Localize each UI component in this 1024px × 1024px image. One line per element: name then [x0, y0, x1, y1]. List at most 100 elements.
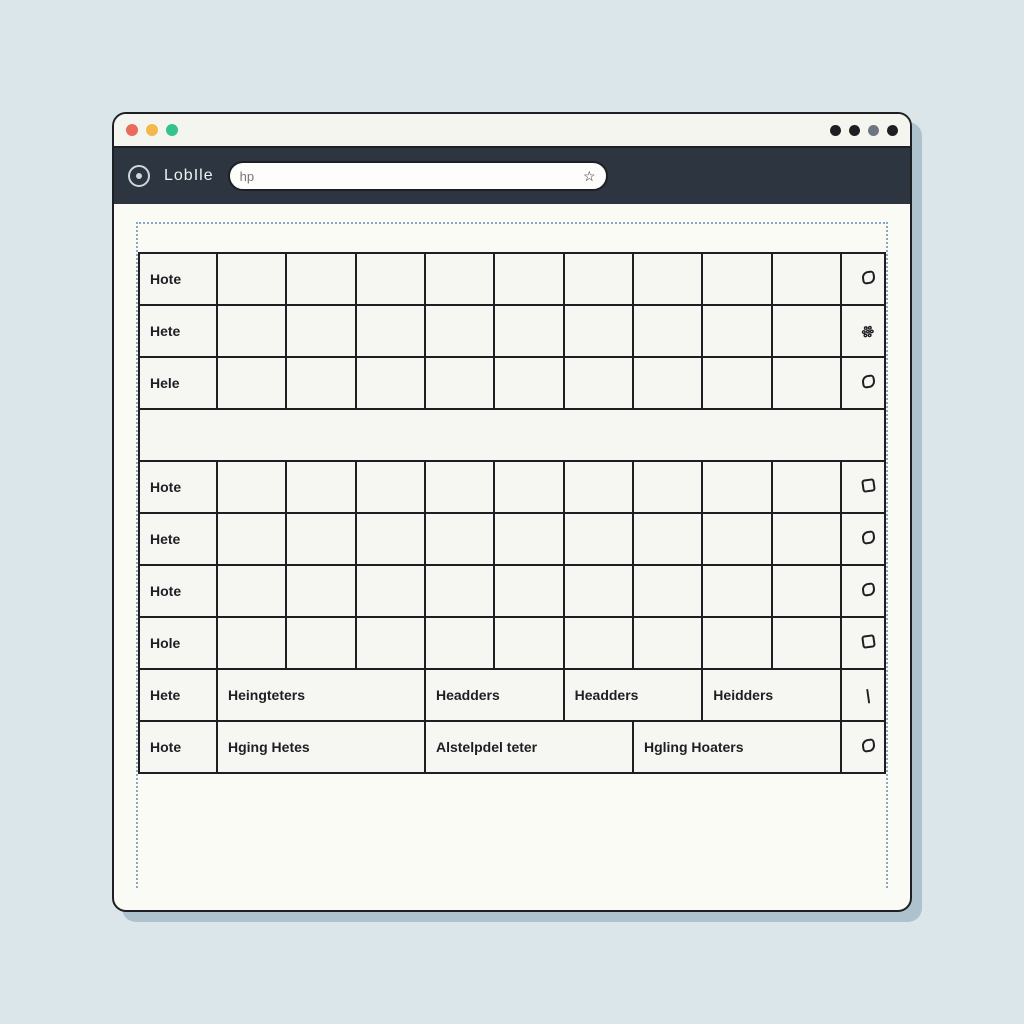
grid-cell[interactable]	[633, 617, 702, 669]
grid-cell[interactable]	[286, 617, 355, 669]
header-cell[interactable]: Heingteters	[217, 669, 425, 721]
action-icon[interactable]	[861, 270, 876, 285]
grid-cell[interactable]	[564, 253, 633, 305]
row-action[interactable]	[841, 565, 885, 617]
grid-cell[interactable]	[425, 357, 494, 409]
grid-cell[interactable]	[633, 253, 702, 305]
grid-cell[interactable]	[702, 461, 771, 513]
action-icon[interactable]	[861, 530, 876, 545]
grid-cell[interactable]	[356, 253, 425, 305]
grid-cell[interactable]	[633, 565, 702, 617]
grid-cell[interactable]	[425, 617, 494, 669]
action-icon[interactable]: 𐩕	[860, 320, 876, 343]
maximize-icon[interactable]	[166, 124, 178, 136]
grid-cell[interactable]	[564, 513, 633, 565]
grid-cell[interactable]	[772, 565, 841, 617]
grid-cell[interactable]	[633, 461, 702, 513]
grid-cell[interactable]	[217, 617, 286, 669]
row-action[interactable]	[841, 721, 885, 773]
header-cell[interactable]: Heidders	[702, 669, 841, 721]
grid-cell[interactable]	[494, 513, 563, 565]
grid-cell[interactable]	[564, 461, 633, 513]
grid-cell[interactable]	[772, 513, 841, 565]
grid-cell[interactable]	[772, 305, 841, 357]
grid-cell[interactable]	[286, 565, 355, 617]
grid-cell[interactable]	[633, 305, 702, 357]
action-icon[interactable]: |	[865, 686, 872, 703]
status-dot-icon	[830, 125, 841, 136]
grid-cell[interactable]	[702, 305, 771, 357]
row-action[interactable]	[841, 513, 885, 565]
grid-cell[interactable]	[356, 357, 425, 409]
grid-cell[interactable]	[356, 461, 425, 513]
grid-cell[interactable]	[702, 513, 771, 565]
grid-cell[interactable]	[286, 253, 355, 305]
row-action[interactable]: |	[841, 669, 885, 721]
footer-cell[interactable]: Hgling Hoaters	[633, 721, 841, 773]
grid-cell[interactable]	[356, 305, 425, 357]
action-icon[interactable]	[861, 634, 876, 649]
grid-cell[interactable]	[425, 305, 494, 357]
grid-cell[interactable]	[217, 253, 286, 305]
row-action[interactable]	[841, 617, 885, 669]
grid-cell[interactable]	[356, 617, 425, 669]
target-icon[interactable]	[128, 165, 150, 187]
grid-cell[interactable]	[217, 513, 286, 565]
grid-cell[interactable]	[286, 305, 355, 357]
grid-cell[interactable]	[702, 253, 771, 305]
grid-cell[interactable]	[494, 617, 563, 669]
grid-cell[interactable]	[217, 461, 286, 513]
header-cell[interactable]: Headders	[425, 669, 564, 721]
brand-label: LobIle	[164, 167, 214, 185]
grid-cell[interactable]	[217, 305, 286, 357]
address-input[interactable]	[240, 169, 575, 184]
grid-cell[interactable]	[702, 565, 771, 617]
grid-cell[interactable]	[217, 565, 286, 617]
grid-cell[interactable]	[286, 513, 355, 565]
grid-cell[interactable]	[633, 513, 702, 565]
grid-cell[interactable]	[286, 461, 355, 513]
grid-cell[interactable]	[425, 513, 494, 565]
row-action[interactable]	[841, 461, 885, 513]
grid-cell[interactable]	[772, 461, 841, 513]
grid-cell[interactable]	[564, 565, 633, 617]
grid-cell[interactable]	[494, 357, 563, 409]
minimize-icon[interactable]	[146, 124, 158, 136]
toolbar: LobIle ☆	[114, 148, 910, 204]
grid-cell[interactable]	[286, 357, 355, 409]
selection-outline: HoteHete𐩕Hele HoteHeteHoteHole HeteHeing…	[136, 222, 888, 888]
action-icon[interactable]	[861, 374, 876, 389]
close-icon[interactable]	[126, 124, 138, 136]
header-cell[interactable]: Headders	[564, 669, 703, 721]
grid-cell[interactable]	[494, 305, 563, 357]
grid-cell[interactable]	[702, 357, 771, 409]
row-action[interactable]: 𐩕	[841, 305, 885, 357]
footer-cell[interactable]: Alstelpdel teter	[425, 721, 633, 773]
status-dot-icon	[868, 125, 879, 136]
row-action[interactable]	[841, 253, 885, 305]
footer-cell[interactable]: Hging Hetes	[217, 721, 425, 773]
action-icon[interactable]	[861, 582, 876, 597]
grid-cell[interactable]	[356, 513, 425, 565]
grid-cell[interactable]	[494, 565, 563, 617]
action-icon[interactable]	[861, 738, 876, 753]
grid-cell[interactable]	[633, 357, 702, 409]
grid-cell[interactable]	[425, 565, 494, 617]
action-icon[interactable]	[861, 478, 876, 493]
grid-cell[interactable]	[217, 357, 286, 409]
address-bar[interactable]: ☆	[228, 161, 608, 191]
grid-cell[interactable]	[772, 253, 841, 305]
grid-cell[interactable]	[564, 617, 633, 669]
grid-cell[interactable]	[772, 357, 841, 409]
grid-cell[interactable]	[494, 253, 563, 305]
row-action[interactable]	[841, 357, 885, 409]
grid-cell[interactable]	[494, 461, 563, 513]
grid-cell[interactable]	[564, 305, 633, 357]
grid-cell[interactable]	[356, 565, 425, 617]
grid-cell[interactable]	[564, 357, 633, 409]
grid-cell[interactable]	[425, 461, 494, 513]
grid-cell[interactable]	[702, 617, 771, 669]
grid-cell[interactable]	[772, 617, 841, 669]
bookmark-icon[interactable]: ☆	[583, 168, 596, 185]
grid-cell[interactable]	[425, 253, 494, 305]
